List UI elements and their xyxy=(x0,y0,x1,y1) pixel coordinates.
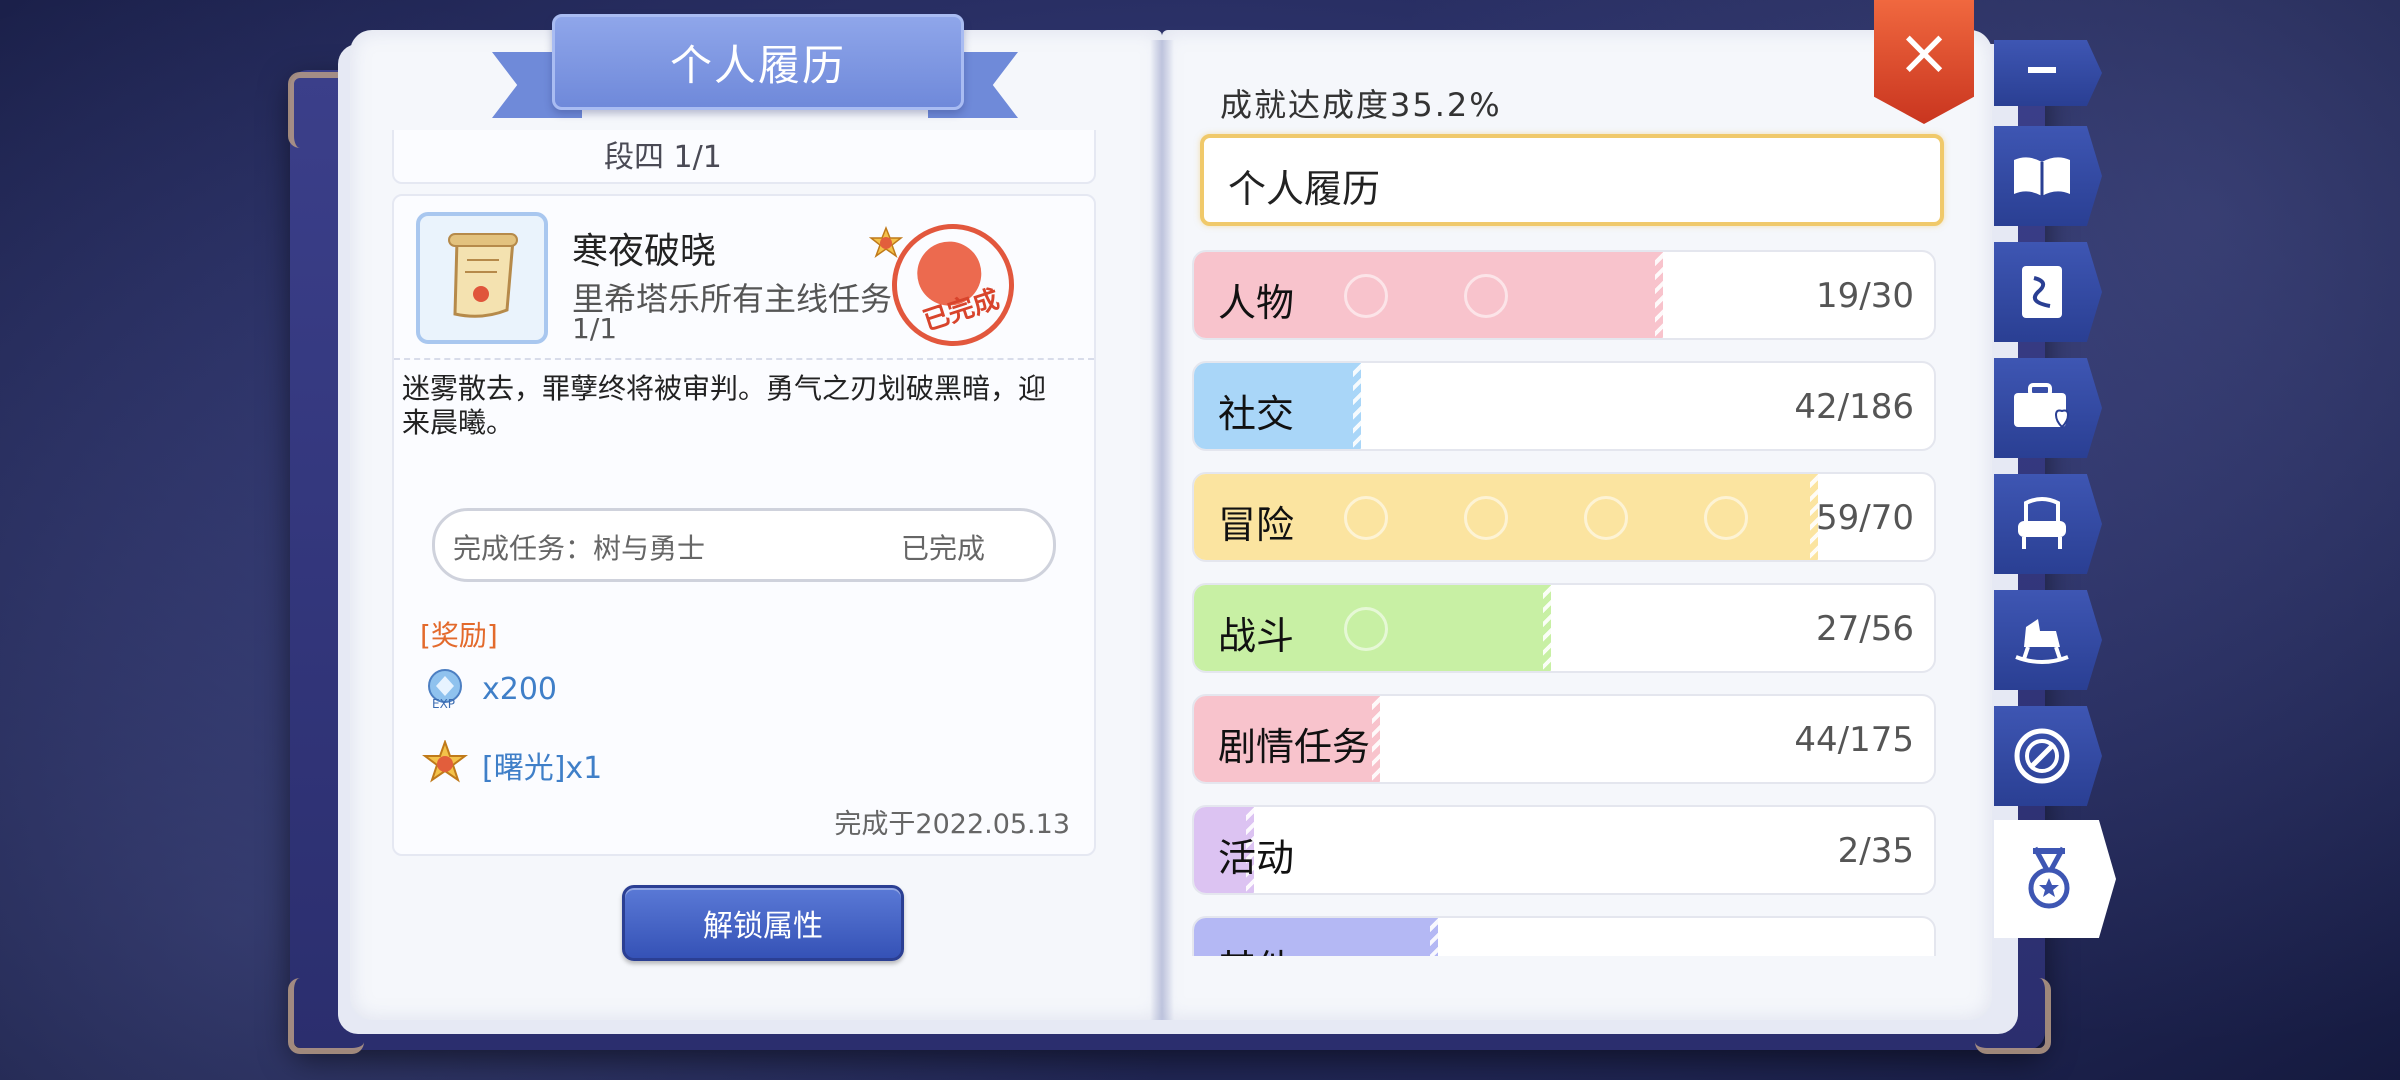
reward-label: x200 xyxy=(482,671,558,707)
category-bar[interactable]: 冒险 59/70 xyxy=(1192,472,1936,562)
cat-face-icon xyxy=(1464,274,1508,318)
category-label: 活动 xyxy=(1218,836,1295,880)
reward-header: [奖励] xyxy=(420,619,498,652)
close-icon: × xyxy=(1897,16,1951,90)
category-bar[interactable]: 人物 19/30 xyxy=(1192,250,1936,340)
cat-face-pattern xyxy=(1344,607,1388,651)
tab-achievements[interactable] xyxy=(1994,820,2116,938)
tab-badge[interactable] xyxy=(1994,706,2102,806)
quest-title: 寒夜破晓 xyxy=(572,231,717,272)
category-label: 战斗 xyxy=(1218,614,1295,658)
reward-label: [曙光]x1 xyxy=(482,751,603,786)
tab-book[interactable] xyxy=(1994,126,2102,226)
category-bar[interactable]: 战斗 27/56 xyxy=(1192,583,1936,673)
category-count: 19/30 xyxy=(1816,276,1914,316)
task-status: 已完成 xyxy=(901,532,986,565)
cat-face-icon xyxy=(1344,496,1388,540)
category-label: 剧情任务 xyxy=(1218,725,1371,769)
page-title: 个人履历 xyxy=(552,14,964,110)
reward-exp[interactable]: EXP x200 xyxy=(422,666,557,712)
category-count: 27/56 xyxy=(1816,609,1914,649)
divider xyxy=(394,358,1094,360)
task-name: 完成任务：树与勇士 xyxy=(453,532,706,565)
task-requirement: 完成任务：树与勇士 已完成 xyxy=(432,508,1056,582)
category-label: 社交 xyxy=(1218,392,1295,436)
quest-card[interactable]: 寒夜破晓 里希塔乐所有主线任务 1/1 已完成 迷雾散去，罪孽终将被审判。勇气之… xyxy=(392,194,1096,856)
scroll-icon xyxy=(416,212,548,344)
achievement-rate: 成就达成度35.2% xyxy=(1220,86,1502,124)
quest-card-previous[interactable]: 段四 1/1 xyxy=(392,130,1096,184)
unlock-attributes-button[interactable]: 解锁属性 xyxy=(622,885,904,961)
cat-face-icon xyxy=(1704,496,1748,540)
exp-orb-icon: EXP xyxy=(428,669,462,711)
category-label: 人物 xyxy=(1218,281,1295,325)
rocking-horse-icon xyxy=(2015,619,2069,664)
quest-progress: 段四 1/1 xyxy=(604,140,722,175)
cat-face-pattern xyxy=(1344,274,1508,318)
tab-briefcase[interactable] xyxy=(1994,358,2102,458)
quest-flavor-text: 迷雾散去，罪孽终将被审判。勇气之刃划破黑暗，迎来晨曦。 xyxy=(402,372,1047,439)
category-bar[interactable]: 其他 xyxy=(1192,916,1936,956)
bookmark-icon xyxy=(2028,67,2056,73)
medal-ribbon-icon xyxy=(2028,846,2070,909)
quest-description: 里希塔乐所有主线任务 xyxy=(572,280,893,318)
armchair-icon xyxy=(2018,497,2066,549)
book-spine xyxy=(1150,40,1174,1020)
tab-furniture[interactable] xyxy=(1994,474,2102,574)
selected-category: 个人履历 xyxy=(1228,167,1381,211)
category-bar[interactable]: 剧情任务 44/175 xyxy=(1192,694,1936,784)
category-selector[interactable]: 个人履历 xyxy=(1200,134,1944,226)
completed-date: 完成于2022.05.13 xyxy=(834,809,1070,840)
category-count: 59/70 xyxy=(1816,498,1914,538)
book-icon xyxy=(2014,157,2070,196)
category-count: 2/35 xyxy=(1837,831,1914,871)
briefcase-heart-icon xyxy=(2014,383,2070,429)
category-bar[interactable]: 活动 2/35 xyxy=(1192,805,1936,895)
reward-medal[interactable]: [曙光]x1 xyxy=(422,740,602,790)
cat-face-icon xyxy=(1584,496,1628,540)
category-list[interactable]: 人物 19/30 社交 42/186 冒险 59/70 战斗 27/56 剧情任务 44/175 活… xyxy=(1192,250,1936,956)
svg-text:EXP: EXP xyxy=(432,697,455,711)
cat-face-pattern xyxy=(1344,496,1748,540)
quest-progress: 1/1 xyxy=(572,312,618,345)
card-icon xyxy=(2022,266,2062,318)
cat-face-icon xyxy=(1344,274,1388,318)
badge-icon xyxy=(2014,728,2070,784)
tab-cards[interactable] xyxy=(1994,242,2102,342)
category-count: 42/186 xyxy=(1794,387,1914,427)
category-label: 其他 xyxy=(1218,938,1294,956)
tab-bookmark[interactable] xyxy=(1994,40,2102,106)
cat-face-icon xyxy=(1344,607,1388,651)
medal-icon xyxy=(422,740,468,783)
category-bar[interactable]: 社交 42/186 xyxy=(1192,361,1936,451)
category-label: 冒险 xyxy=(1218,503,1295,547)
tab-toys[interactable] xyxy=(1994,590,2102,690)
cat-face-icon xyxy=(1464,496,1508,540)
quest-list[interactable]: 段四 1/1 寒夜破晓 里希塔乐所有主线任务 1/1 已完成 迷雾散去，罪孽终将… xyxy=(372,130,1108,870)
category-count: 44/175 xyxy=(1794,720,1914,760)
